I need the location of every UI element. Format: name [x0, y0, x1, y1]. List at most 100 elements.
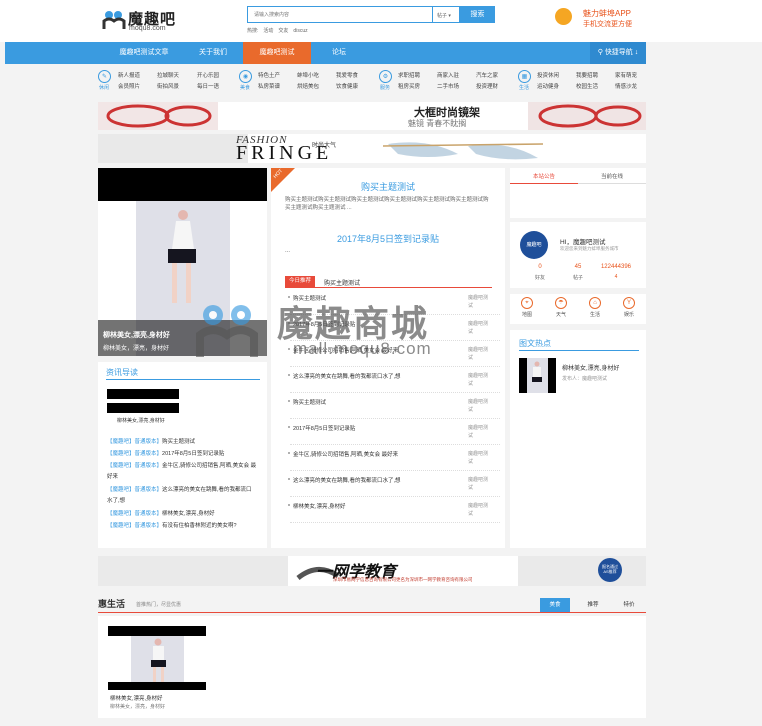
- hot-divider: [519, 350, 639, 351]
- subnav-link[interactable]: 每日一语: [197, 82, 219, 90]
- user-icon: ⚲: [597, 49, 603, 56]
- topic-row[interactable]: 柳林美女,漂亮,身材好 魔趣吧测试: [288, 498, 500, 523]
- stat-credits-num[interactable]: 122444396: [596, 264, 636, 270]
- news-item-tag: 【魔趣吧】普通版本】: [107, 511, 163, 517]
- topic-row[interactable]: 购买主题测试 魔趣吧测试: [288, 394, 500, 419]
- tab-special[interactable]: 特价: [614, 598, 644, 612]
- tab-online[interactable]: 当前在线: [578, 170, 646, 184]
- subnav-link[interactable]: 烘焙美包: [297, 82, 319, 90]
- hot-thumb[interactable]: [519, 358, 556, 393]
- subnav-link[interactable]: 汽车之家: [476, 71, 498, 79]
- topic-title[interactable]: 这么漂亮的美女在跳舞,看的我都流口水了,想: [293, 372, 401, 380]
- subnav-link[interactable]: 运动健身: [537, 82, 559, 90]
- avatar[interactable]: 魔趣吧: [520, 231, 548, 259]
- subnav-link[interactable]: 商家入驻: [437, 71, 459, 79]
- news-item[interactable]: 【魔趣吧】普通版本】金牛区,骑修公司招销售,阿晒,美女会 最好来: [107, 461, 257, 483]
- topic-title[interactable]: 2017年8月5日签到记录贴: [293, 424, 355, 432]
- tool-life[interactable]: ⌂ 生活: [580, 297, 610, 318]
- subnav-link[interactable]: 拉城聊天: [157, 71, 179, 79]
- subnav-link[interactable]: 新人报道: [118, 71, 140, 79]
- subnav-link[interactable]: 家有萌宠: [615, 71, 637, 79]
- news-item[interactable]: 【魔趣吧】普通版本】柳林美女,漂亮,身材好: [107, 509, 215, 517]
- news-item[interactable]: 【魔趣吧】普通版本】购买主题测试: [107, 437, 195, 445]
- topic-row[interactable]: 购买主题测试 魔趣吧测试: [288, 290, 500, 315]
- hot-term[interactable]: 交友: [278, 28, 288, 34]
- nav-item-forum[interactable]: 论坛: [311, 42, 367, 64]
- subnav-link[interactable]: 会员照片: [118, 82, 140, 90]
- topic-row[interactable]: 这么漂亮的美女在跳舞,看的我都流口水了,想 魔趣吧测试: [288, 472, 500, 497]
- app-title[interactable]: 魅力蚌埠APP: [583, 8, 631, 19]
- topic-row[interactable]: 2017年8月5日签到记录贴 魔趣吧测试: [288, 316, 500, 341]
- news-item[interactable]: 【魔趣吧】普通版本】2017年8月5日签到记录贴: [107, 449, 224, 457]
- subnav-link[interactable]: 投资理财: [476, 82, 498, 90]
- nav-item-test[interactable]: 魔趣吧测试: [243, 42, 311, 64]
- life-thumb[interactable]: [131, 636, 184, 684]
- slideshow[interactable]: 柳林美女,漂亮,身材好 柳林美女，漂亮，身材好: [98, 168, 267, 356]
- topic-row[interactable]: 金牛区,骑修公司招销售,阿晒,美女会 最好来 魔趣吧测试: [288, 342, 500, 367]
- topic-row[interactable]: 这么漂亮的美女在跳舞,看的我都流口水了,想 魔趣吧测试: [288, 368, 500, 393]
- news-item-tag: 【魔趣吧】普通版本】: [107, 463, 163, 469]
- stat-posts-num[interactable]: 45: [558, 264, 598, 270]
- quick-nav-button[interactable]: ⚲ 快捷导航 ↓: [590, 42, 646, 64]
- hot-item-title[interactable]: 柳林美女,漂亮,身材好: [562, 363, 619, 372]
- topic-title[interactable]: 金牛区,骑修公司招销售,阿晒,美女会 最好来: [293, 346, 398, 354]
- headline[interactable]: 购买主题测试: [271, 180, 505, 193]
- stat-friends-num[interactable]: 0: [520, 264, 560, 270]
- subnav-link[interactable]: 开心乐园: [197, 71, 219, 79]
- ad-banner-fringe[interactable]: FASHION FRINGE 时尚大气: [98, 134, 646, 163]
- ad-banner-glasses[interactable]: 大框时尚镜架 魅镜 青春不眈搁: [98, 102, 646, 130]
- nav-item-article[interactable]: 魔趣吧测试文章: [105, 42, 183, 64]
- subnav-link[interactable]: 求职招聘: [398, 71, 420, 79]
- search-field[interactable]: [247, 6, 433, 23]
- app-icon[interactable]: [555, 8, 572, 25]
- subnav-link[interactable]: 私房菜谱: [258, 82, 280, 90]
- subnav-link[interactable]: 投资休闲: [537, 71, 559, 79]
- topic-title[interactable]: 购买主题测试: [293, 294, 326, 302]
- tool-fun[interactable]: Y 娱乐: [614, 297, 644, 318]
- search-input[interactable]: [248, 7, 432, 22]
- slide-title[interactable]: 柳林美女,漂亮,身材好: [103, 330, 170, 340]
- topic-author: 魔趣吧测试: [468, 373, 489, 387]
- subnav-link[interactable]: 饮食健康: [336, 82, 358, 90]
- topic-title[interactable]: 2017年8月5日签到记录贴: [293, 320, 355, 328]
- second-headline[interactable]: 2017年8月5日签到记录贴: [271, 232, 505, 245]
- topic-row[interactable]: 2017年8月5日签到记录贴 魔趣吧测试: [288, 420, 500, 445]
- subnav-link[interactable]: 我要招聘: [576, 71, 598, 79]
- subnav-link[interactable]: 特色土产: [258, 71, 280, 79]
- news-item[interactable]: 【魔趣吧】普通版本】这么漂亮的美女在跳舞,看的我都流口水了,想: [107, 485, 257, 507]
- news-thumb-caption[interactable]: 柳林美女,漂亮,身材好: [117, 417, 165, 424]
- life-thumb-photo: [151, 638, 166, 682]
- topic-title[interactable]: 这么漂亮的美女在跳舞,看的我都流口水了,想: [293, 476, 401, 484]
- news-item[interactable]: 【魔趣吧】普通版本】有没有住柏香林附近的美女啊?: [107, 521, 257, 532]
- tool-weather[interactable]: ☂ 天气: [546, 297, 576, 318]
- subnav-link[interactable]: 租房买房: [398, 82, 420, 90]
- tab-food[interactable]: 美食: [540, 598, 570, 612]
- topic-title[interactable]: 柳林美女,漂亮,身材好: [293, 502, 346, 510]
- hot-term[interactable]: 活动: [263, 28, 273, 34]
- subnav-group-label: 美食: [240, 85, 251, 91]
- search-scope-select[interactable]: 帖子 ▾: [433, 6, 460, 23]
- topic-row[interactable]: 金牛区,骑修公司招销售,阿晒,美女会 最好来 魔趣吧测试: [288, 446, 500, 471]
- logo-icon[interactable]: [102, 10, 126, 30]
- tab-recommend[interactable]: 推荐: [578, 598, 608, 612]
- search-button[interactable]: 搜索: [460, 6, 495, 23]
- subnav-link[interactable]: 二手市场: [437, 82, 459, 90]
- nav-item-about[interactable]: 关于我们: [183, 42, 243, 64]
- subnav-group-label: 休闲: [99, 85, 110, 91]
- bullet-icon: [288, 296, 290, 298]
- subnav-link[interactable]: 我爱零食: [336, 71, 358, 79]
- ad-banner-education[interactable]: 一网学教育 深圳市易网学信息咨询有限公司更名为深圳市一网学教育咨询有限公司 报名…: [98, 556, 646, 586]
- subnav-link[interactable]: 情感沙龙: [615, 82, 637, 90]
- bullet-icon: [288, 478, 290, 480]
- subnav-link[interactable]: 校园生活: [576, 82, 598, 90]
- topic-title[interactable]: 购买主题测试: [293, 398, 326, 406]
- tool-map[interactable]: ⌖ 地图: [512, 297, 542, 318]
- hot-term[interactable]: discuz: [293, 28, 307, 34]
- subnav-link[interactable]: 蚌埠小吃: [297, 71, 319, 79]
- subnav-link[interactable]: 街拍风景: [157, 82, 179, 90]
- life-item-title[interactable]: 柳林美女,漂亮,身材好: [110, 694, 163, 702]
- tab-notice[interactable]: 本站公告: [510, 170, 578, 184]
- today-title[interactable]: 购买主题测试: [324, 278, 360, 287]
- topic-author: 魔趣吧测试: [468, 347, 489, 361]
- topic-title[interactable]: 金牛区,骑修公司招销售,阿晒,美女会 最好来: [293, 450, 398, 458]
